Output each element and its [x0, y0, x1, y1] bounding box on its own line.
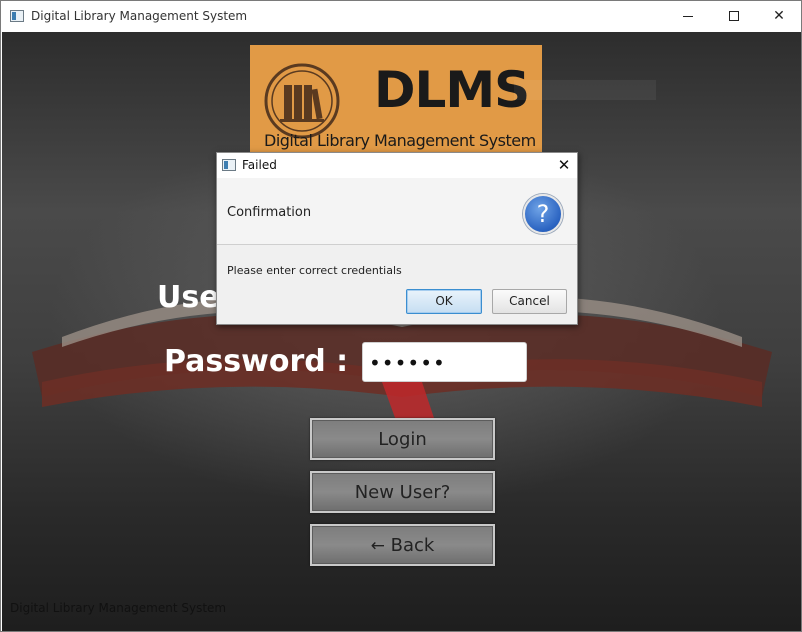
back-button[interactable]: ← Back: [310, 524, 495, 566]
back-arrow-icon: ←: [370, 536, 385, 556]
minimize-icon: [683, 15, 693, 17]
logo-title: DLMS: [374, 61, 530, 119]
close-button[interactable]: ✕: [756, 1, 802, 32]
new-user-button[interactable]: New User?: [310, 471, 495, 513]
main-window: Digital Library Management System ✕ DLMS: [0, 0, 802, 632]
maximize-button[interactable]: [711, 1, 757, 32]
login-button[interactable]: Login: [310, 418, 495, 460]
window-title: Digital Library Management System: [31, 9, 248, 23]
back-button-label: Back: [390, 535, 435, 556]
password-label: Password :: [164, 344, 349, 379]
dialog-close-button[interactable]: ✕: [553, 155, 575, 175]
login-screen: DLMS Digital Library Management System U…: [2, 32, 801, 631]
faded-background-field: [514, 80, 656, 100]
logo-subtitle: Digital Library Management System: [264, 131, 536, 150]
minimize-button[interactable]: [665, 1, 711, 32]
app-window-icon: [10, 10, 24, 22]
failed-dialog: Failed ✕ Confirmation ? Please enter cor…: [216, 152, 578, 325]
ok-button[interactable]: OK: [406, 289, 482, 314]
bookshelf-icon: [264, 63, 340, 139]
question-icon: ?: [523, 194, 563, 234]
dialog-header-text: Confirmation: [227, 205, 312, 220]
dialog-message: Please enter correct credentials: [227, 264, 402, 277]
maximize-icon: [729, 11, 739, 21]
footer-text: Digital Library Management System: [10, 601, 227, 615]
dialog-app-icon: [222, 159, 236, 171]
password-field[interactable]: ••••••: [362, 342, 527, 382]
dialog-title: Failed: [242, 158, 277, 172]
close-icon: ✕: [773, 8, 785, 24]
dialog-titlebar[interactable]: Failed ✕: [217, 153, 577, 178]
dialog-header: Confirmation ?: [217, 178, 577, 245]
close-icon: ✕: [557, 156, 571, 174]
cancel-button[interactable]: Cancel: [492, 289, 567, 314]
window-titlebar[interactable]: Digital Library Management System ✕: [1, 1, 801, 32]
